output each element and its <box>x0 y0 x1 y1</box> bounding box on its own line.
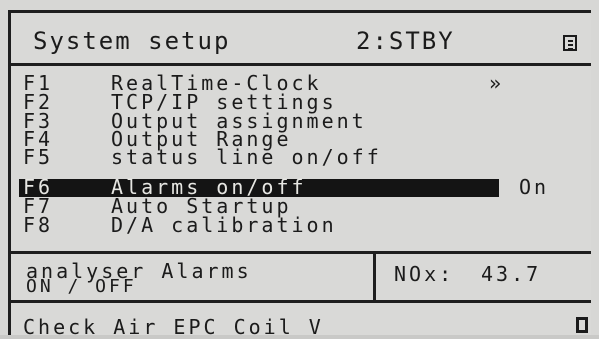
nox-value: 43.7 <box>481 262 542 286</box>
alarms-value: On <box>519 175 550 199</box>
menu-item-output-assignment[interactable]: F3 Output assignment <box>11 111 591 131</box>
menu-item-label: D/A calibration <box>111 213 337 237</box>
menu-item-status-line[interactable]: F5 status line on/off <box>11 145 591 169</box>
display-frame: System setup 2:STBY F1 RealTime-Clock » … <box>8 10 591 339</box>
help-subtitle: ON / OFF <box>26 276 137 297</box>
menu-item-label: status line on/off <box>111 145 382 169</box>
help-box: analyser Alarms ON / OFF <box>11 254 376 300</box>
function-key: F5 <box>23 145 54 169</box>
lcd-screen: System setup 2:STBY F1 RealTime-Clock » … <box>0 0 599 339</box>
nox-label: NOx: <box>394 262 455 286</box>
status-line: Check Air EPC Coil V <box>11 303 591 339</box>
function-key: F8 <box>23 213 54 237</box>
menu-item-alarms[interactable]: F6 Alarms on/off On <box>11 175 591 199</box>
status-message: Check Air EPC Coil V <box>23 315 324 339</box>
submenu-arrow-icon: » <box>489 71 505 95</box>
menu-item-da-calibration[interactable]: F8 D/A calibration <box>11 213 591 237</box>
header-bar: System setup 2:STBY <box>11 13 591 66</box>
setup-menu: F1 RealTime-Clock » F2 TCP/IP settings F… <box>11 66 591 254</box>
mode-status: 2:STBY <box>356 27 455 55</box>
page-title: System setup <box>33 27 231 55</box>
list-icon[interactable] <box>563 35 577 51</box>
scroll-indicator-icon <box>576 317 588 333</box>
info-panel: analyser Alarms ON / OFF NOx: 43.7 <box>11 254 591 303</box>
